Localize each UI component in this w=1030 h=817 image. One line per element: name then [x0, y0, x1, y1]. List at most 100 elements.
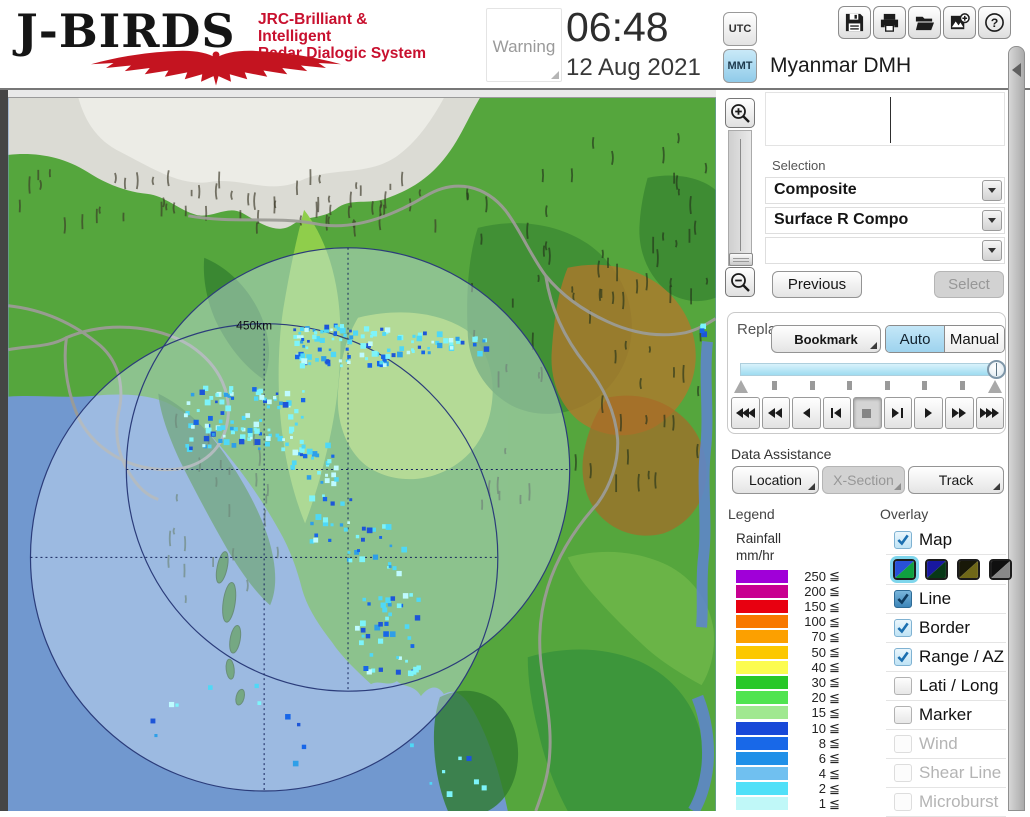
legend-operator: ≦ — [829, 629, 840, 645]
slider-tick — [922, 381, 927, 390]
legend-value: 100 — [788, 614, 826, 629]
eagle-logo-icon — [12, 48, 420, 88]
checkbox-range-az[interactable] — [894, 648, 912, 666]
step-back-button[interactable] — [823, 397, 852, 429]
legend-row: 15≦ — [736, 705, 866, 720]
playback-controls — [731, 397, 1004, 429]
overlay-row-border: Border — [886, 614, 1006, 643]
legend-row: 250≦ — [736, 569, 866, 584]
checkbox-lati-long[interactable] — [894, 677, 912, 695]
zoom-out-button[interactable] — [725, 267, 755, 297]
slider-end-marker[interactable] — [988, 380, 1002, 393]
rewind-2x-icon — [766, 407, 785, 419]
legend-row: 8≦ — [736, 736, 866, 751]
replay-slider-handle[interactable] — [987, 360, 1006, 379]
replay-time-slider[interactable] — [740, 363, 998, 376]
empty-dropdown[interactable] — [765, 237, 1005, 264]
selection-label: Selection — [772, 158, 825, 173]
help-button[interactable]: ? — [978, 6, 1011, 39]
checkbox-microburst — [894, 793, 912, 811]
overlay-row-marker: Marker — [886, 701, 1006, 730]
check-icon — [896, 650, 910, 664]
bookmark-button[interactable]: Bookmark — [771, 325, 881, 353]
print-button[interactable] — [873, 6, 906, 39]
checkbox-map[interactable] — [894, 531, 912, 549]
forward-2x-button[interactable] — [945, 397, 974, 429]
overlay-row-map: Map — [886, 526, 1006, 555]
overlay-item-label: Marker — [919, 705, 972, 725]
collapse-panel-arrow-icon[interactable] — [1012, 63, 1021, 77]
legend-unit-line1: Rainfall — [736, 530, 866, 547]
composite-dropdown[interactable]: Composite — [765, 177, 1005, 204]
legend-value: 40 — [788, 660, 826, 675]
capture-image-button[interactable] — [943, 6, 976, 39]
zoom-slider-handle[interactable] — [729, 253, 753, 266]
legend-operator: ≦ — [829, 705, 840, 721]
replay-panel: Replay Bookmark Auto Manual — [727, 312, 1006, 434]
fast-forward-3x-button[interactable] — [976, 397, 1005, 429]
legend-operator: ≦ — [829, 614, 840, 630]
dropdown-arrow-icon[interactable] — [982, 180, 1002, 201]
legend-operator: ≦ — [829, 766, 840, 782]
auto-button[interactable]: Auto — [886, 326, 945, 352]
legend-value: 20 — [788, 690, 826, 705]
zoom-slider-track[interactable] — [728, 130, 752, 266]
overlay-list: MapLineBorderRange / AZLati / LongMarker… — [886, 526, 1006, 817]
radar-map[interactable]: 450km — [8, 98, 716, 811]
menu-fold-icon — [993, 483, 1000, 490]
replay-mode-toggle: Auto Manual — [885, 325, 1005, 353]
select-button[interactable]: Select — [934, 271, 1004, 298]
step-forward-button[interactable] — [884, 397, 913, 429]
overlay-item-label: Shear Line — [919, 763, 1001, 783]
checkbox-border[interactable] — [894, 619, 912, 637]
play-button[interactable] — [914, 397, 943, 429]
map-zoom-control — [724, 98, 757, 298]
zoom-in-button[interactable] — [725, 98, 755, 128]
legend-row: 100≦ — [736, 614, 866, 629]
legend-row: 1≦ — [736, 796, 866, 811]
info-panel — [765, 92, 1005, 146]
manual-button[interactable]: Manual — [945, 326, 1004, 352]
dropdown-arrow-icon[interactable] — [982, 210, 1002, 231]
map-style-navy-darkgreen[interactable] — [925, 559, 948, 580]
overlay-item-label: Microburst — [919, 792, 998, 812]
map-style-blue-green[interactable] — [893, 559, 916, 580]
dropdown-arrow-icon[interactable] — [982, 240, 1002, 261]
play-reverse-button[interactable] — [792, 397, 821, 429]
x-section-button[interactable]: X-Section — [822, 466, 905, 494]
info-panel-divider — [890, 97, 891, 143]
legend-value: 4 — [788, 766, 826, 781]
play-icon — [919, 407, 938, 419]
checkbox-marker[interactable] — [894, 706, 912, 724]
product-dropdown-value: Surface R Compo — [774, 211, 908, 229]
map-style-black-olive[interactable] — [957, 559, 980, 580]
rewind-2x-button[interactable] — [762, 397, 791, 429]
slider-start-marker[interactable] — [734, 380, 748, 393]
map-top-bar — [8, 90, 716, 98]
warning-panel[interactable]: Warning — [486, 8, 562, 82]
save-button[interactable] — [838, 6, 871, 39]
legend-operator: ≦ — [829, 674, 840, 690]
product-dropdown[interactable]: Surface R Compo — [765, 207, 1005, 234]
legend-color-swatch — [736, 676, 788, 689]
legend-row: 150≦ — [736, 599, 866, 614]
location-button[interactable]: Location — [732, 466, 819, 494]
track-button[interactable]: Track — [908, 466, 1004, 494]
map-style-black-gray[interactable] — [989, 559, 1012, 580]
checkbox-line[interactable] — [894, 590, 912, 608]
open-file-button[interactable] — [908, 6, 941, 39]
mmt-button[interactable]: MMT — [723, 49, 757, 83]
stop-button[interactable] — [853, 397, 882, 429]
panel-splitter[interactable] — [1008, 46, 1025, 811]
question-mark-icon: ? — [984, 12, 1005, 33]
previous-button[interactable]: Previous — [772, 271, 862, 298]
legend-value: 200 — [788, 584, 826, 599]
legend-value: 50 — [788, 645, 826, 660]
utc-button[interactable]: UTC — [723, 12, 757, 46]
legend-color-swatch — [736, 661, 788, 674]
play-reverse-icon — [797, 407, 816, 419]
slider-tick — [885, 381, 890, 390]
fast-rewind-3x-button[interactable] — [731, 397, 760, 429]
legend-operator: ≦ — [829, 583, 840, 599]
resize-grip-icon[interactable] — [551, 71, 559, 79]
